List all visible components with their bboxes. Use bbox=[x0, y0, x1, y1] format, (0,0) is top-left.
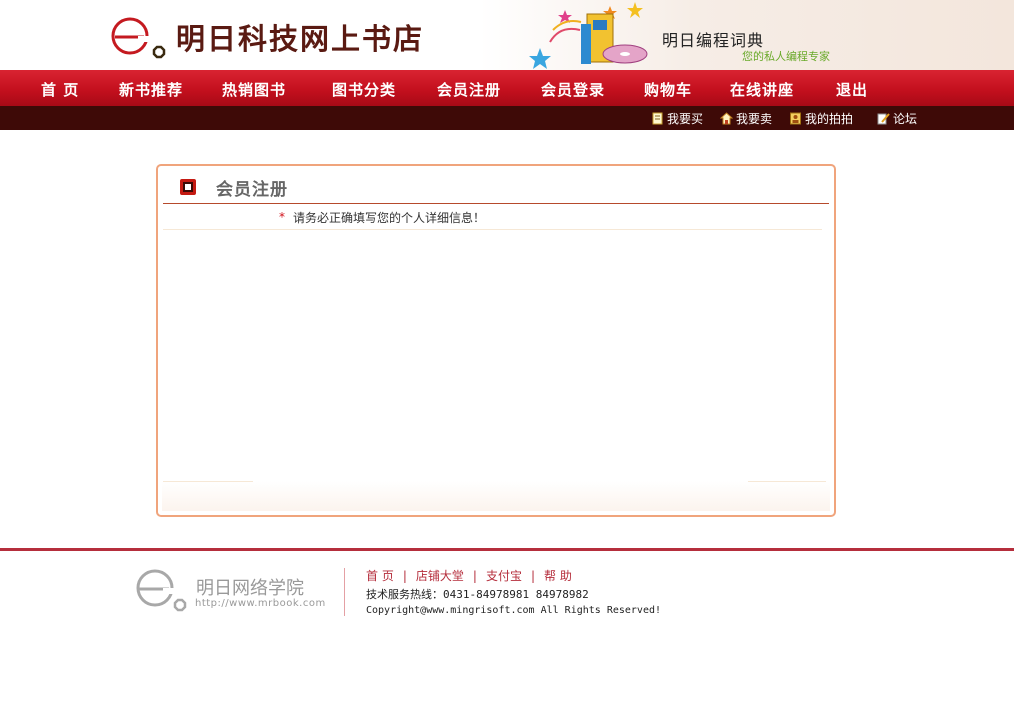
site-title: 明日科技网上书店 bbox=[176, 22, 425, 56]
subnav-item-buy[interactable]: 我要买 bbox=[651, 110, 703, 126]
footer-copyright: Copyright@www.mingrisoft.com All Rights … bbox=[366, 605, 662, 616]
nav-item-logout[interactable]: 退出 bbox=[836, 79, 868, 100]
subnav-item-sell[interactable]: 我要卖 bbox=[720, 110, 772, 126]
books-stars-decoration-icon bbox=[529, 2, 648, 69]
footer-org-name: 明日网络学院 bbox=[196, 578, 304, 599]
nav-item-categories[interactable]: 图书分类 bbox=[332, 79, 396, 100]
panel-bottom-glow bbox=[162, 481, 830, 511]
sub-nav: 我要买 我要卖 我的拍拍 论坛 bbox=[0, 106, 1014, 130]
document-icon bbox=[652, 112, 663, 124]
panel-header: 会员注册 bbox=[180, 175, 288, 200]
nav-item-cart[interactable]: 购物车 bbox=[644, 79, 692, 100]
panel-bottom-line-left bbox=[163, 481, 253, 482]
nav-item-register[interactable]: 会员注册 bbox=[437, 79, 501, 100]
subnav-item-my-paipai[interactable]: 我的拍拍 bbox=[789, 110, 853, 126]
footer-divider-line bbox=[0, 548, 1014, 551]
nav-item-login[interactable]: 会员登录 bbox=[541, 79, 605, 100]
footer-link-alipay[interactable]: 支付宝 bbox=[486, 567, 522, 584]
main-nav: 首 页 新书推荐 热销图书 图书分类 会员注册 会员登录 购物车 在线讲座 退出 bbox=[0, 70, 1014, 106]
subnav-item-label: 我要买 bbox=[667, 111, 704, 126]
site-header: 明日科技网上书店 明日编程词典 您的私人编程专家 bbox=[0, 0, 1014, 70]
footer-link-separator: | bbox=[530, 568, 535, 583]
footer-link-home[interactable]: 首 页 bbox=[366, 567, 394, 584]
page: 明日科技网上书店 明日编程词典 您的私人编程专家 首 页 新书推荐 热销图书 图… bbox=[0, 0, 1014, 706]
footer-hotline: 技术服务热线：0431-84978981 84978982 bbox=[366, 588, 589, 601]
nav-item-home[interactable]: 首 页 bbox=[41, 79, 79, 100]
footer-logo-icon bbox=[136, 569, 187, 612]
footer-link-help[interactable]: 帮 助 bbox=[544, 567, 572, 584]
required-star: * bbox=[279, 210, 285, 224]
subnav-item-label: 我的拍拍 bbox=[805, 111, 854, 126]
panel-title: 会员注册 bbox=[216, 179, 288, 200]
promo-subtitle: 您的私人编程专家 bbox=[742, 50, 830, 63]
edit-note-icon bbox=[877, 112, 890, 124]
footer-links: 首 页 | 店铺大堂 | 支付宝 | 帮 助 bbox=[366, 567, 572, 584]
nav-item-bestsellers[interactable]: 热销图书 bbox=[222, 79, 286, 100]
footer-org-url: http://www.mrbook.com bbox=[195, 598, 326, 609]
site-logo-icon[interactable] bbox=[110, 12, 170, 62]
subnav-item-label: 我要卖 bbox=[736, 111, 773, 126]
subnav-item-forum[interactable]: 论坛 bbox=[877, 110, 917, 126]
subnav-item-label: 论坛 bbox=[893, 111, 918, 126]
panel-bottom-line-right bbox=[748, 481, 826, 482]
notice-text: 请务必正确填写您的个人详细信息！ bbox=[293, 211, 486, 225]
footer-link-separator: | bbox=[402, 568, 407, 583]
footer-link-separator: | bbox=[472, 568, 477, 583]
register-panel: 会员注册 * 请务必正确填写您的个人详细信息！ bbox=[156, 164, 836, 517]
footer-link-shop-hall[interactable]: 店铺大堂 bbox=[416, 567, 464, 584]
nav-item-lectures[interactable]: 在线讲座 bbox=[730, 79, 794, 100]
notice-row: * 请务必正确填写您的个人详细信息！ bbox=[163, 204, 822, 230]
house-icon bbox=[720, 111, 733, 124]
footer-vertical-divider bbox=[344, 568, 345, 616]
portrait-icon bbox=[790, 112, 801, 124]
square-bullet-icon bbox=[180, 179, 196, 195]
nav-item-new-books[interactable]: 新书推荐 bbox=[119, 79, 183, 100]
